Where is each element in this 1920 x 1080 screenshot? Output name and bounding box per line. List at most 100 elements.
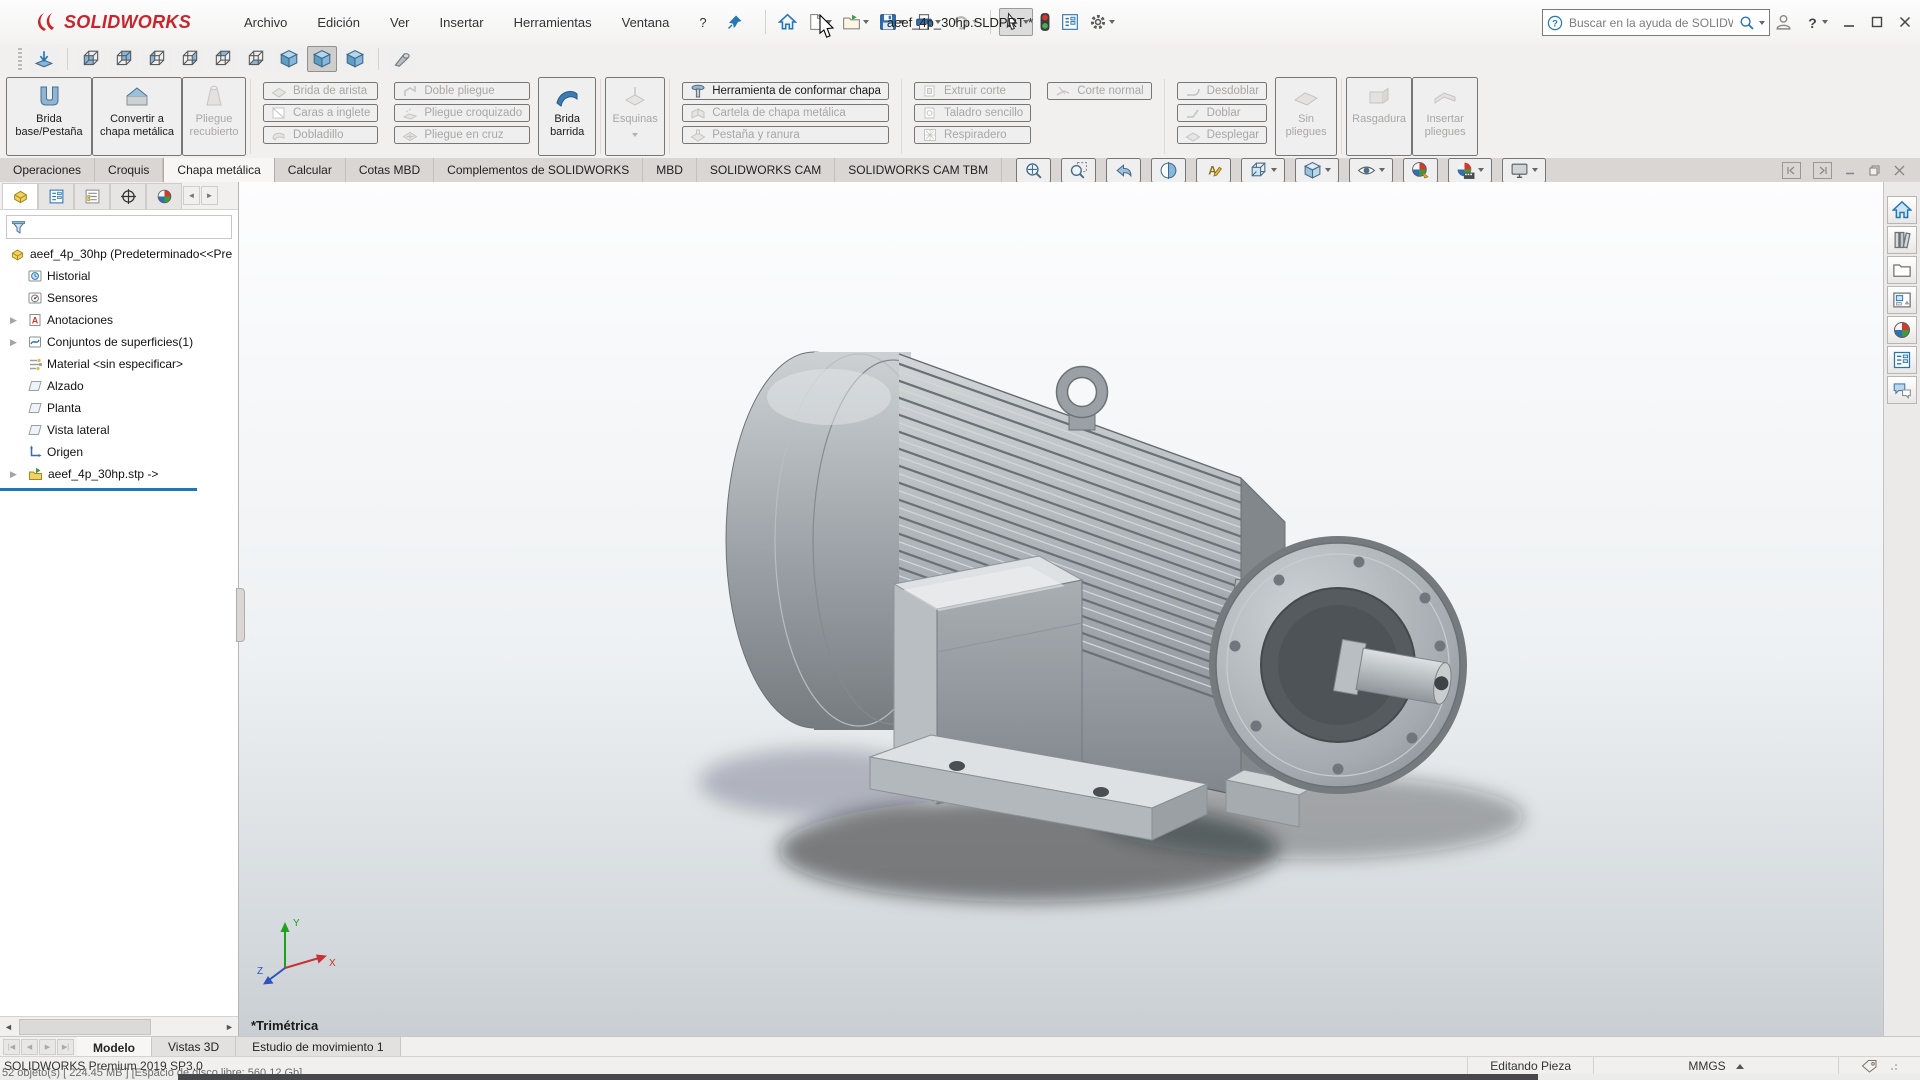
tree-item-anotaciones[interactable]: ▶ A Anotaciones xyxy=(0,309,238,331)
view-orientation-button[interactable] xyxy=(1241,158,1285,183)
right-view-button[interactable] xyxy=(175,46,205,72)
menu-edicion[interactable]: Edición xyxy=(315,11,362,34)
front-view-button[interactable] xyxy=(76,46,106,72)
toolbar-drag-handle[interactable] xyxy=(18,48,22,70)
respiradero-button[interactable]: Respiradero xyxy=(914,126,1031,144)
dimetric-view-button[interactable] xyxy=(340,46,370,72)
menu-ayuda[interactable]: ? xyxy=(697,11,708,34)
help-icon[interactable]: ? xyxy=(1806,15,1828,30)
convertir-chapa-button[interactable]: Convertir a chapa metálica xyxy=(92,77,182,156)
last-tab-icon[interactable]: ▶| xyxy=(57,1039,74,1055)
tree-filter-box[interactable] xyxy=(6,215,232,239)
minimize-icon[interactable] xyxy=(1842,15,1856,29)
tree-item-alzado[interactable]: Alzado xyxy=(0,375,238,397)
esquinas-button[interactable]: Esquinas xyxy=(605,77,665,156)
cartela-chapa-button[interactable]: Cartela de chapa metálica xyxy=(682,104,889,122)
tab-cotas-mbd[interactable]: Cotas MBD xyxy=(346,158,434,182)
configurationmanager-tab-icon[interactable] xyxy=(74,183,110,209)
insertar-pliegues-button[interactable]: Insertar pliegues xyxy=(1412,77,1478,156)
menu-herramientas[interactable]: Herramientas xyxy=(512,11,594,34)
tab-operaciones[interactable]: Operaciones xyxy=(0,158,95,182)
scrollbar-track[interactable] xyxy=(17,1018,221,1035)
menu-archivo[interactable]: Archivo xyxy=(242,11,289,34)
forum-button[interactable] xyxy=(1887,376,1917,404)
home-tab-button[interactable] xyxy=(1887,196,1917,224)
zoom-to-area-button[interactable] xyxy=(1061,158,1096,183)
tree-item-planta[interactable]: Planta xyxy=(0,397,238,419)
tab-estudio-movimiento[interactable]: Estudio de movimiento 1 xyxy=(236,1037,400,1057)
normal-to-button[interactable] xyxy=(29,46,59,72)
dimxpertmanager-tab-icon[interactable] xyxy=(110,183,146,209)
pliegue-croquizado-button[interactable]: Pliegue croquizado xyxy=(394,104,530,122)
restore-doc-icon[interactable] xyxy=(1868,164,1881,177)
zoom-to-fit-button[interactable] xyxy=(1016,158,1051,183)
custom-properties-button[interactable] xyxy=(1887,346,1917,374)
bottom-view-button[interactable] xyxy=(241,46,271,72)
trimetric-view-button[interactable] xyxy=(307,46,337,72)
apply-scene-button[interactable] xyxy=(1448,158,1492,183)
expand-arrow-icon[interactable]: ▶ xyxy=(10,315,17,326)
tree-item-material[interactable]: Material <sin especificar> xyxy=(0,353,238,375)
display-style-button[interactable] xyxy=(1295,158,1339,183)
caras-a-inglete-button[interactable]: Caras a inglete xyxy=(263,104,378,122)
home-button[interactable] xyxy=(774,9,801,35)
doblar-button[interactable]: Doblar xyxy=(1177,104,1267,122)
units-selector[interactable]: MMGS xyxy=(1593,1057,1838,1075)
corte-normal-button[interactable]: Corte normal xyxy=(1047,82,1151,100)
appearances-button[interactable] xyxy=(1887,316,1917,344)
esquinas-dropdown-caret[interactable] xyxy=(632,133,638,137)
back-view-button[interactable] xyxy=(109,46,139,72)
user-icon[interactable] xyxy=(1775,14,1792,31)
tree-item-historial[interactable]: Historial xyxy=(0,265,238,287)
collapse-left-icon[interactable] xyxy=(1782,162,1801,179)
tree-filter-input[interactable] xyxy=(30,219,227,235)
display-settings-button[interactable] xyxy=(1057,9,1083,35)
tree-item-origen[interactable]: Origen xyxy=(0,441,238,463)
propertymanager-tab-icon[interactable] xyxy=(38,183,74,209)
pliegue-recubierto-button[interactable]: Pliegue recubierto xyxy=(182,77,246,156)
menu-insertar[interactable]: Insertar xyxy=(438,11,486,34)
rasgadura-button[interactable]: Rasgadura xyxy=(1346,77,1412,156)
maximize-icon[interactable] xyxy=(1870,15,1884,29)
new-document-button[interactable] xyxy=(803,9,836,35)
close-icon[interactable] xyxy=(1898,15,1912,29)
tree-item-imported-part[interactable]: ▶ aeef_4p_30hp.stp -> xyxy=(0,463,238,485)
close-doc-icon[interactable] xyxy=(1893,164,1906,177)
menu-ver[interactable]: Ver xyxy=(388,11,412,34)
scroll-left-icon[interactable]: ◄ xyxy=(183,186,200,205)
scroll-right-icon[interactable]: ► xyxy=(201,186,218,205)
sin-pliegues-button[interactable]: Sin pliegues xyxy=(1275,77,1337,156)
view-settings-button[interactable] xyxy=(1502,158,1546,183)
rollback-bar[interactable] xyxy=(0,488,197,491)
brida-base-button[interactable]: Brida base/Pestaña xyxy=(6,77,92,156)
rebuild-button[interactable] xyxy=(1035,8,1055,36)
search-icon[interactable] xyxy=(1739,15,1755,31)
search-input[interactable] xyxy=(1567,15,1735,31)
pliegue-en-cruz-button[interactable]: Pliegue en cruz xyxy=(394,126,530,144)
tab-vistas-3d[interactable]: Vistas 3D xyxy=(152,1037,236,1057)
dobladillo-button[interactable]: Dobladillo xyxy=(263,126,378,144)
screw-button[interactable] xyxy=(387,46,417,72)
previous-view-button[interactable] xyxy=(1106,158,1141,183)
file-explorer-button[interactable] xyxy=(1887,256,1917,284)
tab-complementos[interactable]: Complementos de SOLIDWORKS xyxy=(434,158,643,182)
doble-pliegue-button[interactable]: Doble pliegue xyxy=(394,82,530,100)
tab-solidworks-cam[interactable]: SOLIDWORKS CAM xyxy=(697,158,835,182)
search-box[interactable]: ? xyxy=(1542,9,1770,36)
tab-mbd[interactable]: MBD xyxy=(643,158,697,182)
top-view-button[interactable] xyxy=(208,46,238,72)
options-button[interactable] xyxy=(1085,9,1119,35)
extruir-corte-button[interactable]: Extruir corte xyxy=(914,82,1031,100)
scrollbar-left-arrow[interactable]: ◄ xyxy=(0,1018,17,1035)
design-library-button[interactable] xyxy=(1887,226,1917,254)
minimize-doc-icon[interactable] xyxy=(1844,164,1856,176)
graphics-viewport[interactable]: Y X Z *Trimétrica xyxy=(239,182,1883,1036)
tree-item-conjuntos-superficies[interactable]: ▶ Conjuntos de superficies(1) xyxy=(0,331,238,353)
taladro-sencillo-button[interactable]: Taladro sencillo xyxy=(914,104,1031,122)
section-view-button[interactable] xyxy=(1151,158,1186,183)
tab-solidworks-cam-tbm[interactable]: SOLIDWORKS CAM TBM xyxy=(835,158,1002,182)
desdoblar-button[interactable]: Desdoblar xyxy=(1177,82,1267,100)
next-tab-icon[interactable]: ▶ xyxy=(39,1039,56,1055)
open-button[interactable] xyxy=(838,9,873,35)
pin-icon[interactable] xyxy=(727,14,743,30)
